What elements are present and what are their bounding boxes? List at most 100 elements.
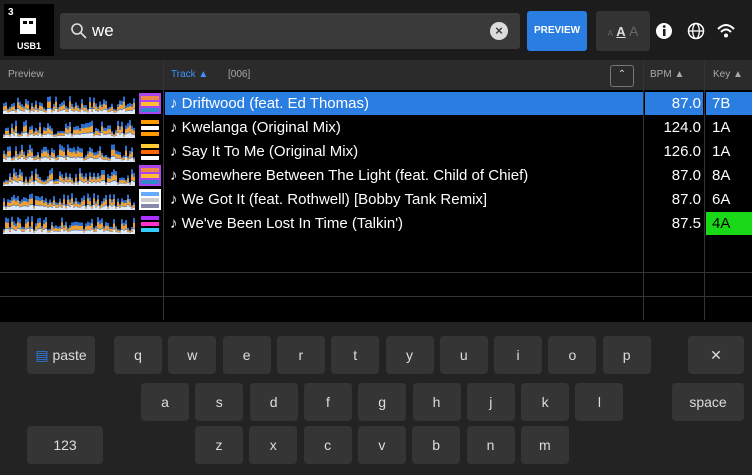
track-key: 4A [706,212,752,235]
key-h[interactable]: h [412,383,461,421]
track-title-wrap: ♪ Kwelanga (Original Mix) [170,116,341,139]
waveform-preview[interactable] [3,117,135,138]
key-v[interactable]: v [357,426,406,464]
wifi-icon[interactable] [716,21,736,41]
usb-icon [20,18,36,34]
list-divider [0,296,752,297]
numbers-button[interactable]: 123 [27,426,103,464]
key-x[interactable]: x [249,426,298,464]
key-c[interactable]: c [303,426,352,464]
font-mid-label: A [616,24,626,39]
waveform-preview[interactable] [3,93,135,114]
clear-search-icon[interactable]: × [490,22,508,40]
key-a[interactable]: a [141,383,189,421]
track-key: 7B [706,92,752,115]
album-art [139,117,161,138]
track-bpm: 126.0 [663,143,701,160]
preview-button[interactable]: PREVIEW [527,11,587,51]
top-bar: 3 USB1 × PREVIEW A A A [0,0,752,60]
search-icon [71,23,87,39]
bpm-column-header[interactable]: BPM ▲ [650,60,684,90]
track-title: We've Been Lost In Time (Talkin') [181,215,404,232]
key-u[interactable]: u [439,336,488,374]
key-o[interactable]: o [548,336,597,374]
key-column-header[interactable]: Key ▲ [713,60,743,90]
column-header: Preview Track ▲ [006] ⌃ BPM ▲ Key ▲ [0,60,752,90]
track-title-wrap: ♪ Driftwood (feat. Ed Thomas) [170,92,369,115]
track-row[interactable]: ♪ We Got It (feat. Rothwell) [Bobby Tank… [0,188,752,211]
track-key: 1A [712,119,731,136]
globe-icon[interactable] [686,21,706,41]
deck-number: 3 [8,7,14,18]
sort-toggle-icon[interactable]: ⌃ [610,65,634,87]
key-y[interactable]: y [385,336,434,374]
track-count: [006] [228,69,251,80]
backspace-button[interactable]: ✕ [688,336,744,374]
album-art [139,213,161,234]
font-size-button[interactable]: A A A [596,11,650,51]
key-l[interactable]: l [575,383,624,421]
music-note-icon: ♪ [170,191,182,208]
clipboard-icon: ▤ [35,347,49,363]
music-note-icon: ♪ [170,95,182,112]
waveform-preview[interactable] [3,213,135,234]
usb-source-button[interactable]: 3 USB1 [4,4,54,56]
track-title: Say It To Me (Original Mix) [181,143,359,160]
key-p[interactable]: p [602,336,651,374]
search-box[interactable]: × [60,13,520,49]
space-button[interactable]: space [672,383,744,421]
paste-button[interactable]: ▤ paste [27,336,95,374]
track-bpm: 87.0 [645,92,703,115]
key-r[interactable]: r [276,336,325,374]
font-large-label: A [629,23,639,39]
waveform-preview[interactable] [3,165,135,186]
key-b[interactable]: b [412,426,461,464]
font-small-label: A [607,29,613,38]
key-q[interactable]: q [114,336,162,374]
track-key: 6A [712,191,731,208]
key-s[interactable]: s [195,383,244,421]
preview-column-header: Preview [8,69,44,80]
track-row[interactable]: ♪ Driftwood (feat. Ed Thomas) 87.0 7B [0,92,752,115]
music-note-icon: ♪ [170,167,182,184]
track-title: We Got It (feat. Rothwell) [Bobby Tank R… [181,191,488,208]
track-title: Somewhere Between The Light (feat. Child… [181,167,529,184]
track-title-wrap: ♪ We Got It (feat. Rothwell) [Bobby Tank… [170,188,487,211]
key-i[interactable]: i [494,336,543,374]
track-title: Driftwood (feat. Ed Thomas) [181,95,369,112]
key-w[interactable]: w [168,336,217,374]
track-title: Kwelanga (Original Mix) [181,119,341,136]
waveform-preview[interactable] [3,189,135,210]
info-icon[interactable] [654,21,674,41]
key-e[interactable]: e [222,336,271,374]
key-m[interactable]: m [520,426,569,464]
key-d[interactable]: d [249,383,298,421]
waveform-preview[interactable] [3,141,135,162]
album-art [139,93,161,114]
track-column-header[interactable]: Track ▲ [171,60,208,90]
track-row[interactable]: ♪ We've Been Lost In Time (Talkin') 87.5 4… [0,212,752,235]
key-j[interactable]: j [466,383,515,421]
track-key: 1A [712,143,731,160]
track-bpm: 124.0 [663,119,701,136]
key-t[interactable]: t [331,336,380,374]
track-title-wrap: ♪ Say It To Me (Original Mix) [170,140,358,163]
key-z[interactable]: z [195,426,243,464]
track-row[interactable]: ♪ Kwelanga (Original Mix) 124.0 1A [0,116,752,139]
album-art [139,189,161,210]
on-screen-keyboard: ▤ paste ✕ space 123 qwertyuiop asdfghjkl z… [0,322,752,475]
music-note-icon: ♪ [170,215,182,232]
track-title-wrap: ♪ Somewhere Between The Light (feat. Chi… [170,164,528,187]
track-bpm: 87.0 [671,167,701,184]
paste-label: paste [52,347,87,363]
album-art [139,141,161,162]
track-row[interactable]: ♪ Somewhere Between The Light (feat. Chi… [0,164,752,187]
track-row[interactable]: ♪ Say It To Me (Original Mix) 126.0 1A [0,140,752,163]
key-g[interactable]: g [358,383,407,421]
music-note-icon: ♪ [170,119,182,136]
key-f[interactable]: f [303,383,352,421]
key-k[interactable]: k [521,383,570,421]
key-n[interactable]: n [466,426,515,464]
search-input[interactable] [92,18,472,44]
track-key: 8A [712,167,731,184]
